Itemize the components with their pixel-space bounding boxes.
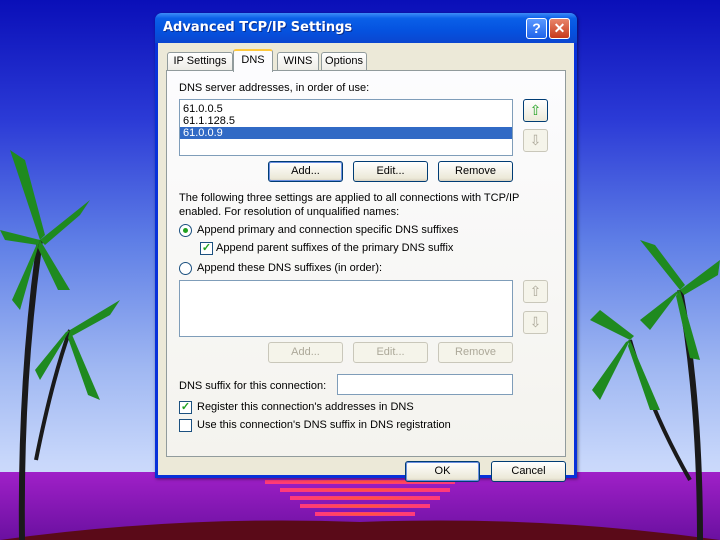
tab-wins[interactable]: WINS: [277, 52, 319, 71]
down-arrow-icon: ⇩: [529, 132, 542, 148]
dialog-title: Advanced TCP/IP Settings: [163, 20, 353, 35]
cancel-button[interactable]: Cancel: [491, 461, 566, 482]
up-arrow-icon: ⇧: [529, 102, 542, 118]
move-down-button[interactable]: ⇩: [523, 129, 548, 152]
edit-suffix-button[interactable]: Edit...: [353, 342, 428, 363]
register-addresses-checkbox[interactable]: ✓: [179, 401, 192, 414]
move-up-button[interactable]: ⇧: [523, 99, 548, 122]
register-addresses-label[interactable]: Register this connection's addresses in …: [197, 401, 414, 413]
ok-button[interactable]: OK: [405, 461, 480, 482]
advanced-tcpip-dialog: Advanced TCP/IP Settings ? ✕ IP Settings…: [155, 13, 577, 482]
connection-suffix-input[interactable]: [337, 374, 513, 395]
use-suffix-checkbox[interactable]: [179, 419, 192, 432]
append-primary-radio[interactable]: [179, 224, 192, 237]
list-item[interactable]: 61.1.128.5: [180, 115, 512, 127]
suffix-move-down-button[interactable]: ⇩: [523, 311, 548, 334]
up-arrow-icon: ⇧: [529, 283, 542, 299]
append-these-label[interactable]: Append these DNS suffixes (in order):: [197, 262, 382, 274]
add-suffix-button[interactable]: Add...: [268, 342, 343, 363]
dns-suffix-list[interactable]: [179, 280, 513, 337]
dns-server-list[interactable]: 61.0.0.5 61.1.128.5 61.0.0.9: [179, 99, 513, 156]
dns-servers-label: DNS server addresses, in order of use:: [179, 82, 370, 94]
dns-tab-panel: DNS server addresses, in order of use: 6…: [166, 70, 566, 457]
remove-suffix-button[interactable]: Remove: [438, 342, 513, 363]
list-item[interactable]: 61.0.0.5: [180, 103, 512, 115]
list-item-selected[interactable]: 61.0.0.9: [180, 127, 512, 139]
title-bar[interactable]: Advanced TCP/IP Settings ? ✕: [155, 13, 577, 43]
append-these-radio[interactable]: [179, 262, 192, 275]
close-button[interactable]: ✕: [549, 18, 570, 39]
down-arrow-icon: ⇩: [529, 314, 542, 330]
append-primary-label[interactable]: Append primary and connection specific D…: [197, 224, 459, 236]
append-parent-label[interactable]: Append parent suffixes of the primary DN…: [216, 242, 453, 254]
append-parent-checkbox[interactable]: ✓: [200, 242, 213, 255]
connection-suffix-label: DNS suffix for this connection:: [179, 380, 327, 392]
tab-options[interactable]: Options: [321, 52, 367, 71]
dialog-body: IP Settings DNS WINS Options DNS server …: [158, 43, 574, 482]
tab-dns[interactable]: DNS: [233, 49, 273, 72]
suffix-move-up-button[interactable]: ⇧: [523, 280, 548, 303]
add-server-button[interactable]: Add...: [268, 161, 343, 182]
use-suffix-label[interactable]: Use this connection's DNS suffix in DNS …: [197, 419, 451, 431]
tab-ip-settings[interactable]: IP Settings: [167, 52, 233, 71]
edit-server-button[interactable]: Edit...: [353, 161, 428, 182]
info-text-line-1: The following three settings are applied…: [179, 192, 520, 204]
info-text-line-2: enabled. For resolution of unqualified n…: [179, 206, 400, 218]
remove-server-button[interactable]: Remove: [438, 161, 513, 182]
help-button[interactable]: ?: [526, 18, 547, 39]
